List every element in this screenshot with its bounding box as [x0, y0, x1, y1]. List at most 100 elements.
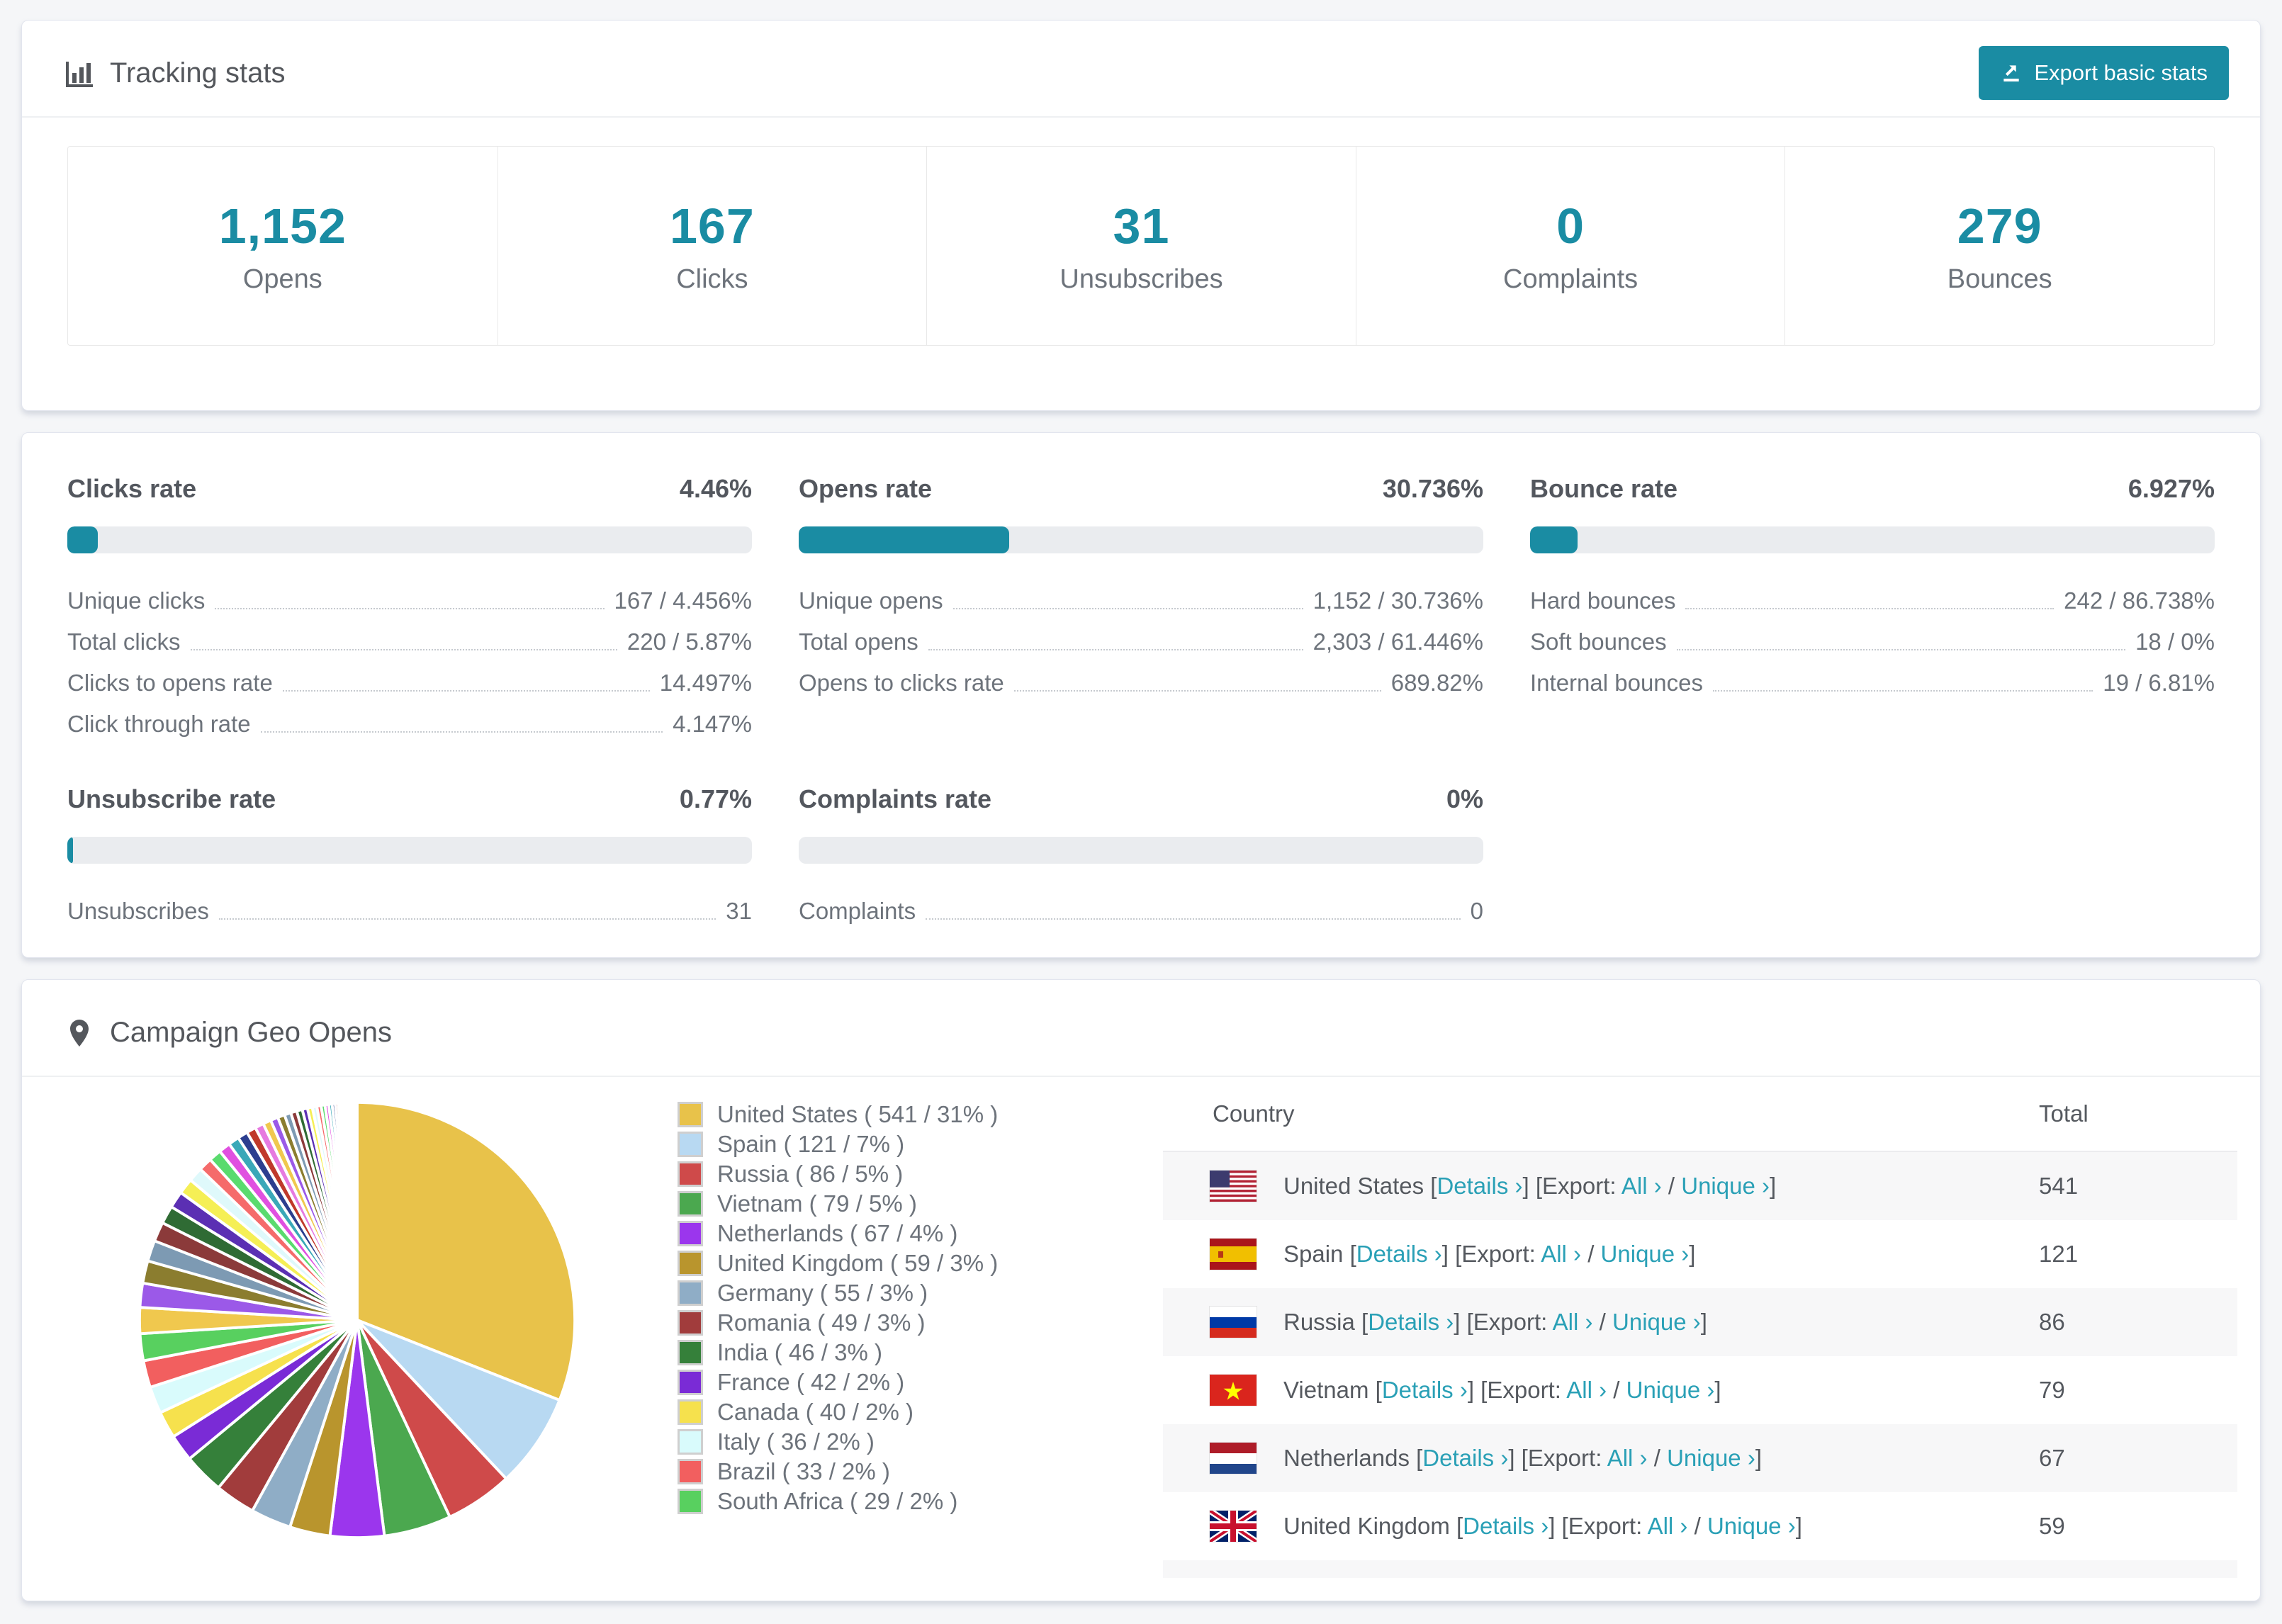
rate-progress-track	[799, 526, 1483, 553]
rate-detail-label: Soft bounces	[1530, 628, 1667, 655]
country-name: Russia	[1283, 1309, 1362, 1335]
country-details-link[interactable]: Details ›	[1463, 1513, 1548, 1539]
export-all-link[interactable]: All ›	[1566, 1377, 1607, 1403]
legend-swatch	[678, 1459, 703, 1484]
export-unique-link[interactable]: Unique ›	[1612, 1309, 1701, 1335]
export-all-link[interactable]: All ›	[1621, 1173, 1662, 1199]
export-unique-link[interactable]: Unique ›	[1681, 1173, 1770, 1199]
card-title: Tracking stats	[110, 57, 286, 89]
country-details-link[interactable]: Details ›	[1356, 1241, 1442, 1267]
dotted-leader	[190, 649, 617, 650]
stat-label: Complaints	[1503, 264, 1639, 294]
geo-opens-card: Campaign Geo Opens United States ( 541 /…	[21, 979, 2261, 1601]
export-all-link[interactable]: All ›	[1553, 1309, 1593, 1335]
flag-icon-es	[1210, 1239, 1257, 1270]
country-name: Netherlands	[1283, 1445, 1417, 1471]
rate-detail-row: Opens to clicks rate 689.82%	[799, 655, 1483, 697]
rate-block-bounce-rate: Bounce rate 6.927% Hard bounces 242 / 86.73…	[1530, 474, 2215, 738]
export-unique-link[interactable]: Unique ›	[1626, 1377, 1715, 1403]
country-details-link[interactable]: Details ›	[1368, 1309, 1454, 1335]
stat-label: Opens	[242, 264, 322, 294]
legend-label: United Kingdom ( 59 / 3% )	[717, 1250, 999, 1276]
rate-detail-label: Unique opens	[799, 587, 943, 614]
rate-progress-track	[1530, 526, 2215, 553]
geo-opens-header: Campaign Geo Opens	[22, 980, 2260, 1077]
total-cell: 79	[2039, 1377, 2065, 1403]
legend-label: Spain ( 121 / 7% )	[717, 1131, 905, 1157]
rate-detail-row: Total opens 2,303 / 61.446%	[799, 614, 1483, 655]
country-name: Vietnam	[1283, 1377, 1376, 1403]
flag-icon-vn	[1210, 1375, 1257, 1406]
geo-table-header: Country Total	[1163, 1077, 2237, 1152]
bracket: [	[1375, 1377, 1382, 1403]
export-all-link[interactable]: All ›	[1648, 1513, 1688, 1539]
bracket: ] [Export:	[1508, 1445, 1607, 1471]
rate-detail-rows: Unique opens 1,152 / 30.736% Total opens 2,…	[799, 573, 1483, 697]
export-all-link[interactable]: All ›	[1607, 1445, 1648, 1471]
bracket: ] [Export:	[1454, 1309, 1553, 1335]
rate-detail-label: Clicks to opens rate	[67, 670, 273, 697]
rate-detail-label: Internal bounces	[1530, 670, 1704, 697]
export-basic-stats-button[interactable]: Export basic stats	[1979, 46, 2229, 100]
table-row: United States [Details ›] [Export: All ›…	[1163, 1152, 2237, 1220]
table-row: Netherlands [Details ›] [Export: All › /…	[1163, 1424, 2237, 1492]
rate-detail-label: Complaints	[799, 898, 916, 925]
rate-detail-rows: Complaints 0	[799, 884, 1483, 925]
legend-swatch	[678, 1132, 703, 1157]
country-details-link[interactable]: Details ›	[1437, 1173, 1522, 1199]
rates-grid-bottom: Unsubscribe rate 0.77% Unsubscribes 31 Compl…	[22, 784, 2260, 925]
legend-item: Netherlands ( 67 / 4% )	[678, 1219, 998, 1248]
stat-box-complaints: 0 Complaints	[1355, 147, 1785, 345]
rate-block-complaints-rate: Complaints rate 0% Complaints 0	[799, 784, 1483, 925]
legend-item: Russia ( 86 / 5% )	[678, 1159, 998, 1189]
separator: /	[1581, 1241, 1601, 1267]
bracket: ]	[1795, 1513, 1802, 1539]
rate-detail-label: Unique clicks	[67, 587, 206, 614]
legend-swatch	[678, 1161, 703, 1187]
stat-box-clicks: 167 Clicks	[497, 147, 927, 345]
stat-box-bounces: 279 Bounces	[1784, 147, 2214, 345]
export-unique-link[interactable]: Unique ›	[1707, 1513, 1796, 1539]
country-details-link[interactable]: Details ›	[1382, 1377, 1468, 1403]
legend-item: India ( 46 / 3% )	[678, 1338, 998, 1368]
rate-detail-row: Clicks to opens rate 14.497%	[67, 655, 752, 697]
rate-detail-row: Internal bounces 19 / 6.81%	[1530, 655, 2215, 697]
dotted-leader	[952, 608, 1303, 609]
geo-opens-table: Country Total United States [Details ›] …	[1163, 1077, 2237, 1578]
rate-value: 30.736%	[1382, 474, 1483, 503]
dotted-leader	[1685, 608, 2055, 609]
dotted-leader	[260, 731, 663, 733]
legend-item: France ( 42 / 2% )	[678, 1368, 998, 1397]
rate-detail-rows: Unique clicks 167 / 4.456% Total clicks 220…	[67, 573, 752, 738]
tracking-stats-card: Tracking stats Export basic stats 1,152 O…	[21, 20, 2261, 411]
rate-detail-row: Total clicks 220 / 5.87%	[67, 614, 752, 655]
dotted-leader	[218, 918, 716, 920]
export-unique-link[interactable]: Unique ›	[1667, 1445, 1755, 1471]
country-details-link[interactable]: Details ›	[1422, 1445, 1508, 1471]
rate-block-opens-rate: Opens rate 30.736% Unique opens 1,152 / 30.…	[799, 474, 1483, 738]
legend-label: France ( 42 / 2% )	[717, 1369, 905, 1395]
export-unique-link[interactable]: Unique ›	[1601, 1241, 1690, 1267]
rate-detail-row: Complaints 0	[799, 884, 1483, 925]
dotted-leader	[1013, 690, 1381, 692]
bracket: ] [Export:	[1441, 1241, 1541, 1267]
dotted-leader	[926, 918, 1461, 920]
legend-label: Netherlands ( 67 / 4% )	[717, 1220, 958, 1246]
total-cell: 59	[2039, 1513, 2065, 1539]
legend-item: Germany ( 55 / 3% )	[678, 1278, 998, 1308]
export-all-link[interactable]: All ›	[1541, 1241, 1581, 1267]
rate-detail-value: 0	[1470, 898, 1483, 925]
pie-slice	[354, 1100, 359, 1321]
country-cell: Spain [Details ›] [Export: All › / Uniqu…	[1283, 1241, 2039, 1268]
legend-label: Brazil ( 33 / 2% )	[717, 1458, 890, 1484]
geo-table-body: United States [Details ›] [Export: All ›…	[1163, 1152, 2237, 1578]
rate-detail-value: 1,152 / 30.736%	[1313, 587, 1483, 614]
stat-box-opens: 1,152 Opens	[68, 147, 498, 345]
rate-heading: Clicks rate 4.46%	[67, 474, 752, 504]
rate-detail-label: Unsubscribes	[67, 898, 209, 925]
rate-detail-label: Click through rate	[67, 711, 251, 738]
rate-progress-fill	[799, 526, 1009, 553]
total-cell: 67	[2039, 1445, 2065, 1471]
legend-swatch	[678, 1221, 703, 1246]
stat-label: Bounces	[1947, 264, 2052, 294]
